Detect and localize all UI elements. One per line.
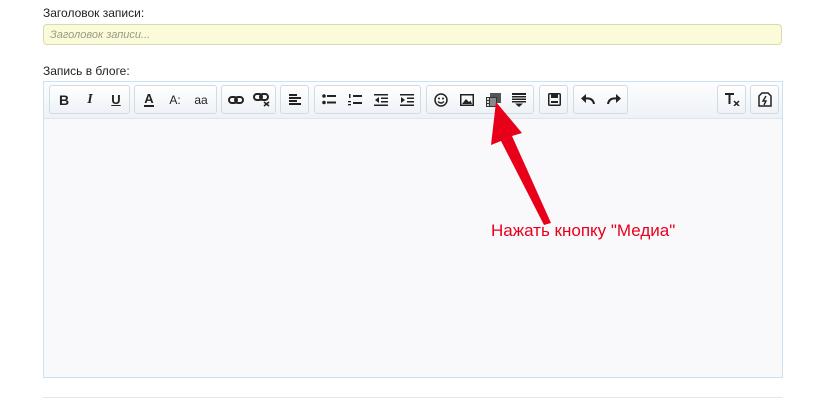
outdent-button[interactable]	[370, 89, 392, 110]
align-button[interactable]	[284, 89, 306, 110]
toolbar-group-text-style: B I U	[49, 85, 130, 114]
toolbar-group-insert	[426, 85, 534, 114]
title-input[interactable]	[43, 24, 782, 45]
redo-button[interactable]	[603, 89, 625, 110]
font-color-icon: A	[144, 90, 154, 107]
font-color-button[interactable]: A	[138, 89, 160, 110]
save-button[interactable]	[543, 89, 565, 110]
font-size-button[interactable]: A:	[164, 89, 186, 110]
unlink-icon	[253, 92, 270, 107]
underline-icon: U	[111, 92, 121, 107]
font-family-icon: aa	[194, 92, 208, 107]
clear-formatting-button[interactable]	[721, 89, 743, 110]
cut-text-icon	[512, 92, 526, 107]
form-divider	[43, 397, 783, 398]
bullet-list-button[interactable]	[318, 89, 340, 110]
numbered-list-icon	[348, 93, 362, 105]
image-icon	[460, 93, 474, 106]
toolbar-group-save	[539, 85, 568, 114]
smiley-icon	[434, 92, 448, 107]
numbered-list-button[interactable]	[344, 89, 366, 110]
editor-toolbar: B I U A A: aa	[44, 82, 782, 119]
source-toggle-icon	[758, 92, 772, 107]
link-button[interactable]	[225, 89, 247, 110]
save-icon	[547, 93, 561, 106]
toolbar-group-font: A A: aa	[134, 85, 217, 114]
image-button[interactable]	[456, 89, 478, 110]
source-toggle-button[interactable]	[754, 89, 776, 110]
link-icon	[228, 95, 244, 104]
unlink-button[interactable]	[251, 89, 273, 110]
annotation-text: Нажать кнопку "Медиа"	[491, 221, 676, 240]
font-size-icon: A:	[169, 92, 181, 107]
clear-formatting-icon	[724, 93, 740, 106]
outdent-icon	[374, 93, 388, 106]
italic-button[interactable]: I	[79, 89, 101, 110]
align-left-icon	[288, 94, 301, 105]
blog-label: Запись в блоге:	[43, 64, 130, 78]
media-button[interactable]	[482, 89, 504, 110]
redo-icon	[607, 94, 621, 105]
toolbar-group-links	[221, 85, 276, 114]
indent-button[interactable]	[396, 89, 418, 110]
undo-button[interactable]	[577, 89, 599, 110]
undo-icon	[581, 94, 595, 105]
bold-button[interactable]: B	[53, 89, 75, 110]
bullet-list-icon	[322, 94, 336, 105]
toolbar-group-source	[750, 85, 779, 114]
font-family-button[interactable]: aa	[190, 89, 212, 110]
smiley-button[interactable]	[430, 89, 452, 110]
toolbar-group-history	[573, 85, 628, 114]
title-label: Заголовок записи:	[43, 6, 145, 20]
italic-icon: I	[87, 91, 93, 107]
cut-text-button[interactable]	[508, 89, 530, 110]
toolbar-group-lists	[314, 85, 421, 114]
bold-icon: B	[58, 91, 70, 108]
indent-icon	[400, 93, 414, 106]
media-icon	[485, 92, 501, 107]
toolbar-group-align	[280, 85, 309, 114]
underline-button[interactable]: U	[105, 89, 127, 110]
toolbar-group-clear	[717, 85, 746, 114]
